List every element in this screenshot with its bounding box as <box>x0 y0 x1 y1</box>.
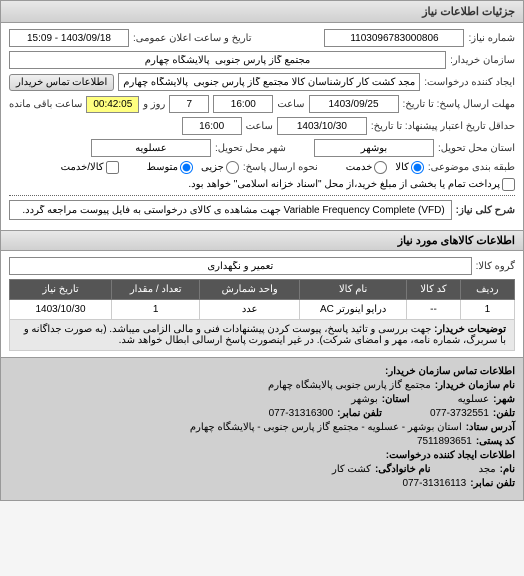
address-val: استان بوشهر - عسلویه - مجتمع گاز پارس جن… <box>190 422 462 433</box>
state-label: استان: <box>382 394 410 405</box>
validity-label: حداقل تاریخ اعتبار پیشنهاد: تا تاریخ: <box>371 121 515 132</box>
th-code: کد کالا <box>407 280 461 300</box>
delivery-city-field[interactable] <box>91 139 211 157</box>
goods-table: ردیف کد کالا نام کالا واحد شمارش تعداد /… <box>9 279 515 351</box>
remain-label: ساعت باقی مانده <box>9 99 82 110</box>
main-container: جزئیات اطلاعات نیاز شماره نیاز: تاریخ و … <box>0 0 524 501</box>
radio-partial-input[interactable] <box>226 161 239 174</box>
city-label: شهر: <box>493 394 515 405</box>
deadline-date-field[interactable] <box>309 95 399 113</box>
contact-section: اطلاعات تماس سازمان خریدار: نام سازمان خ… <box>1 357 523 500</box>
postal-label: کد پستی: <box>476 436 515 447</box>
phone-val: 077-3732551 <box>430 408 489 419</box>
delivery-state-field[interactable] <box>314 139 434 157</box>
time-remaining: 00:42:05 <box>86 96 139 113</box>
credit-note: پرداخت تمام یا بخشی از مبلغ خرید،از محل … <box>188 179 500 190</box>
buyer-org-field[interactable] <box>9 51 446 69</box>
creator-family-val: کشت کار <box>332 464 371 475</box>
cell-name: درایو اینورتر AC <box>300 300 407 320</box>
pub-date-field[interactable] <box>9 29 129 47</box>
phone-label: تلفن: <box>493 408 515 419</box>
creator-name-val: مجد <box>479 464 496 475</box>
reply-radio-group: جزیی متوسط <box>147 161 239 174</box>
group-label: گروه کالا: <box>476 261 515 272</box>
buyer-org-label: سازمان خریدار: <box>450 55 515 66</box>
deadline-label: مهلت ارسال پاسخ: تا تاریخ: <box>403 99 515 110</box>
time-label-1: ساعت <box>277 99 304 110</box>
fax-val: 077-31316300 <box>269 408 334 419</box>
address-label: آدرس ستاد: <box>466 422 515 433</box>
goods-section-title: اطلاعات کالاهای مورد نیاز <box>1 230 523 251</box>
radio-service[interactable]: خدمت <box>346 161 388 174</box>
state-val: بوشهر <box>351 394 377 405</box>
credit-checkbox-input[interactable] <box>502 178 515 191</box>
table-header-row: ردیف کد کالا نام کالا واحد شمارش تعداد /… <box>10 280 515 300</box>
time-label-2: ساعت <box>246 121 273 132</box>
cell-code: -- <box>407 300 461 320</box>
credit-checkbox[interactable]: پرداخت تمام یا بخشی از مبلغ خرید،از محل … <box>188 178 515 191</box>
cell-unit: عدد <box>200 300 300 320</box>
fax-label: تلفن نمابر: <box>337 408 382 419</box>
notes-row: توضیحات خریدار: جهت بررسی و تائید پاسخ، … <box>10 320 515 351</box>
creator-fax-val: 077-31316113 <box>402 478 466 489</box>
page-header: جزئیات اطلاعات نیاز <box>1 1 523 23</box>
delivery-state-label: استان محل تحویل: <box>438 143 515 154</box>
notes-cell: توضیحات خریدار: جهت بررسی و تائید پاسخ، … <box>10 320 515 351</box>
th-row: ردیف <box>460 280 514 300</box>
radio-service-input[interactable] <box>374 161 387 174</box>
th-date: تاریخ نیاز <box>10 280 112 300</box>
city-val: عسلویه <box>458 394 490 405</box>
divider <box>9 195 515 196</box>
sms-checkbox[interactable]: کالا/خدمت <box>61 161 119 174</box>
page-title: جزئیات اطلاعات نیاز <box>422 6 515 18</box>
postal-val: 7511893651 <box>417 436 472 447</box>
request-no-field[interactable] <box>324 29 464 47</box>
reply-method-label: نحوه ارسال پاسخ: <box>243 162 318 173</box>
cell-qty: 1 <box>112 300 200 320</box>
desc-field[interactable] <box>9 200 452 220</box>
radio-normal[interactable]: متوسط <box>147 161 193 174</box>
desc-label: شرح کلی نیاز: <box>456 205 515 216</box>
contact-info-button[interactable]: اطلاعات تماس خریدار <box>9 74 114 91</box>
days-remain-field[interactable] <box>169 95 209 113</box>
budget-label: طبقه بندی موضوعی: <box>428 162 515 173</box>
creator-fax-label: تلفن نمابر: <box>470 478 515 489</box>
request-no-label: شماره نیاز: <box>468 33 515 44</box>
cell-date: 1403/10/30 <box>10 300 112 320</box>
sms-checkbox-input[interactable] <box>106 161 119 174</box>
type-radio-group: کالا خدمت <box>346 161 424 174</box>
pub-date-label: تاریخ و ساعت اعلان عمومی: <box>133 33 252 44</box>
table-row[interactable]: 1 -- درایو اینورتر AC عدد 1 1403/10/30 <box>10 300 515 320</box>
creator-field[interactable] <box>118 73 420 91</box>
validity-time-field[interactable] <box>182 117 242 135</box>
org-label: نام سازمان خریدار: <box>435 380 515 391</box>
radio-partial[interactable]: جزیی <box>201 161 239 174</box>
radio-goods-input[interactable] <box>411 161 424 174</box>
group-field[interactable] <box>9 257 472 275</box>
deadline-time-field[interactable] <box>213 95 273 113</box>
radio-normal-input[interactable] <box>180 161 193 174</box>
org-val: مجتمع گاز پارس جنوبی پالایشگاه چهارم <box>268 380 431 391</box>
days-label: روز و <box>143 99 165 110</box>
form-section: شماره نیاز: تاریخ و ساعت اعلان عمومی: سا… <box>1 23 523 230</box>
validity-date-field[interactable] <box>277 117 367 135</box>
contact-title: اطلاعات تماس سازمان خریدار: <box>385 366 515 377</box>
th-qty: تعداد / مقدار <box>112 280 200 300</box>
delivery-city-label: شهر محل تحویل: <box>215 143 286 154</box>
creator-family-label: نام خانوادگی: <box>375 464 431 475</box>
th-unit: واحد شمارش <box>200 280 300 300</box>
goods-section: گروه کالا: ردیف کد کالا نام کالا واحد شم… <box>1 251 523 357</box>
th-name: نام کالا <box>300 280 407 300</box>
radio-goods[interactable]: کالا <box>395 161 424 174</box>
notes-label: توضیحات خریدار: <box>434 324 506 335</box>
creator-title: اطلاعات ایجاد کننده درخواست: <box>386 450 515 461</box>
creator-label: ایجاد کننده درخواست: <box>424 77 515 88</box>
cell-row: 1 <box>460 300 514 320</box>
creator-name-label: نام: <box>500 464 515 475</box>
